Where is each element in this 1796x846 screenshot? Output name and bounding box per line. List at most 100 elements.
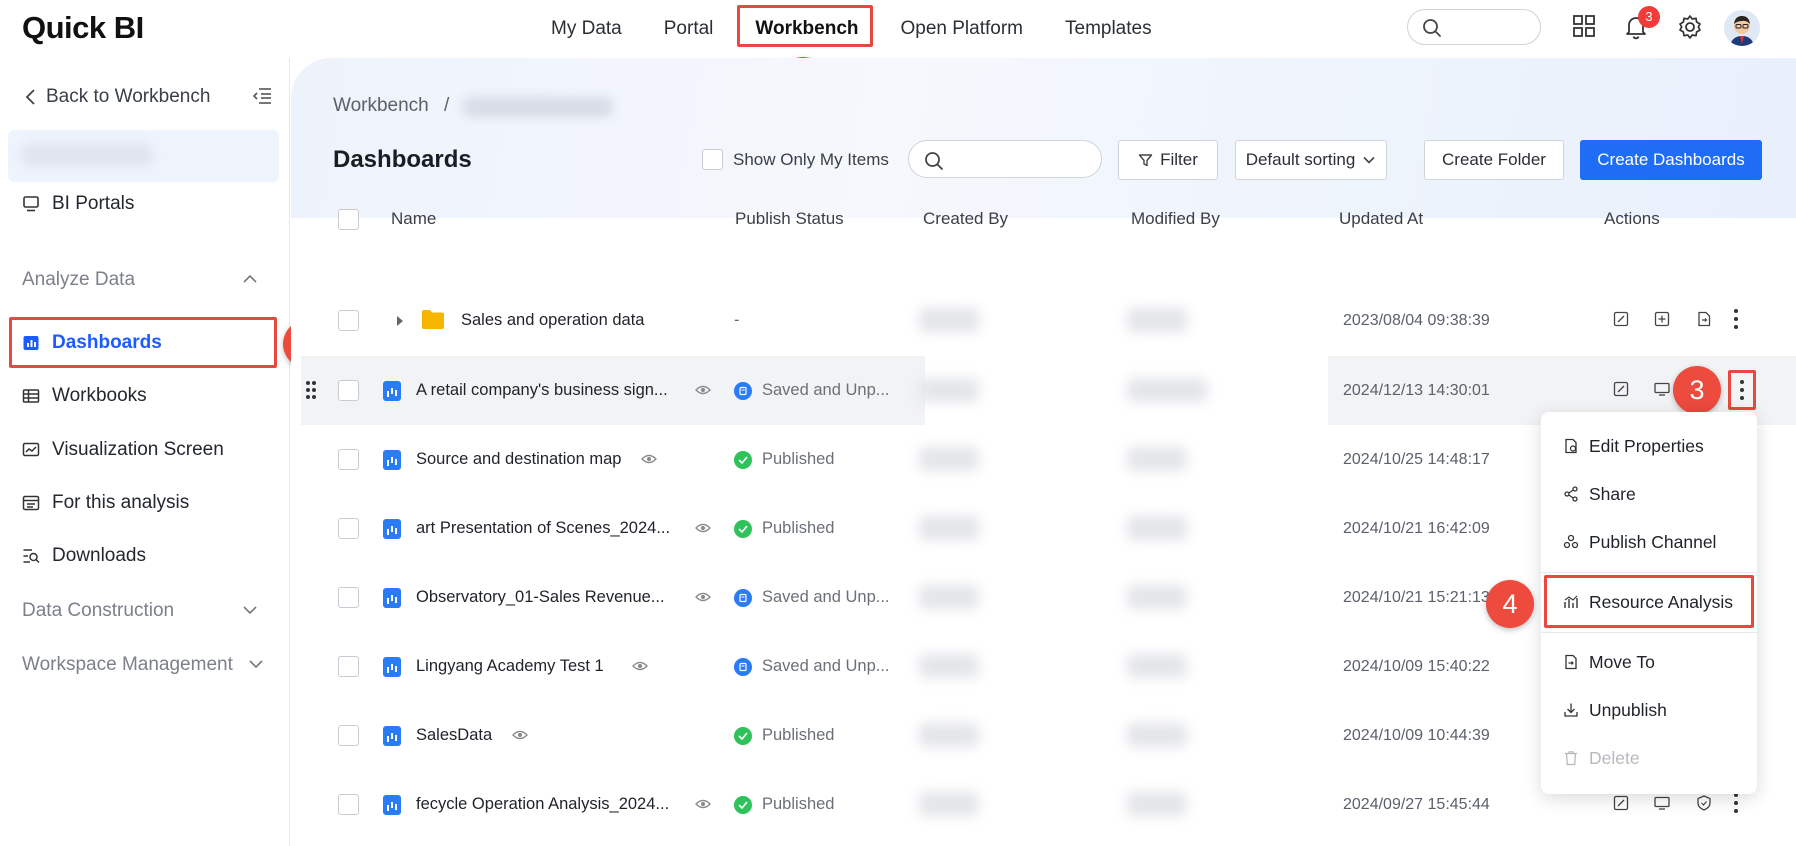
edit-icon[interactable] [1612,794,1630,812]
row-name[interactable]: fecycle Operation Analysis_2024... [416,770,669,839]
nav-my-data[interactable]: My Data [530,0,643,58]
dashboard-file-icon [383,725,401,746]
eye-icon[interactable] [632,660,648,672]
more-icon[interactable] [1733,308,1739,330]
column-header-created-by[interactable]: Created By [923,199,1008,239]
sidebar-item-visualization-screen[interactable]: Visualization Screen [22,430,224,470]
row-name[interactable]: Observatory_01-Sales Revenue... [416,563,665,632]
breadcrumb-workbench[interactable]: Workbench [333,95,429,116]
row-status: Published [762,519,835,537]
row-checkbox[interactable] [338,794,359,815]
eye-icon[interactable] [695,384,711,396]
preview-icon[interactable] [1653,380,1671,398]
drag-handle-icon[interactable] [305,380,317,400]
row-name[interactable]: Source and destination map [416,425,621,494]
folder-icon [422,310,444,329]
row-name[interactable]: SalesData [416,701,492,770]
row-checkbox[interactable] [338,587,359,608]
step-badge-3: 3 [1673,366,1721,414]
create-dashboards-button[interactable]: Create Dashboards [1580,140,1762,180]
row-status: Published [762,450,835,468]
workspace-selector[interactable] [8,130,279,182]
sidebar-item-for-this-analysis[interactable]: For this analysis [22,483,189,523]
column-header-publish-status[interactable]: Publish Status [735,199,844,239]
search-icon [925,152,943,170]
eye-icon[interactable] [695,522,711,534]
row-checkbox[interactable] [338,656,359,677]
add-in-folder-icon[interactable] [1653,310,1671,328]
nav-templates[interactable]: Templates [1044,0,1173,58]
column-header-updated-at[interactable]: Updated At [1339,199,1423,239]
menu-item-edit-properties[interactable]: Edit Properties [1563,426,1704,466]
global-search-input[interactable] [1407,9,1541,45]
caret-right-icon[interactable] [395,315,405,327]
menu-item-delete: Delete [1563,738,1640,778]
nav-open-platform[interactable]: Open Platform [880,0,1045,58]
download-list-icon [23,549,40,564]
published-check-icon [734,726,752,745]
row-checkbox[interactable] [338,449,359,470]
row-updated-at: 2024/10/21 15:21:13 [1343,588,1490,606]
only-mine-checkbox[interactable] [702,149,723,170]
sidebar-group-workspace-management[interactable]: Workspace Management [22,654,263,676]
apps-grid-icon[interactable] [1572,14,1596,38]
eye-icon[interactable] [695,798,711,810]
dashboard-file-icon [383,449,401,470]
row-checkbox[interactable] [338,725,359,746]
sort-dropdown[interactable]: Default sorting [1235,140,1387,180]
row-name[interactable]: art Presentation of Scenes_2024... [416,494,670,563]
move-icon[interactable] [1695,310,1713,328]
share-icon [1564,486,1578,502]
column-header-name[interactable]: Name [391,199,436,239]
edit-icon[interactable] [1612,310,1630,328]
select-all-checkbox[interactable] [338,209,359,230]
sidebar-group-analyze-data[interactable]: Analyze Data [22,269,258,291]
menu-item-unpublish[interactable]: Unpublish [1563,690,1667,730]
row-name[interactable]: A retail company's business sign... [416,356,668,425]
menu-item-move-to[interactable]: Move To [1563,642,1655,682]
row-checkbox[interactable] [338,380,359,401]
row-status: Saved and Unp... [762,588,890,606]
trash-icon [1565,751,1577,766]
row-updated-at: 2024/10/09 10:44:39 [1343,726,1490,744]
eye-icon[interactable] [641,453,657,465]
monitor-icon [23,196,39,212]
menu-item-publish-channel[interactable]: Publish Channel [1563,522,1716,562]
row-name[interactable]: Sales and operation data [461,286,644,355]
user-avatar[interactable] [1724,10,1760,46]
eye-icon[interactable] [512,729,528,741]
sidebar-item-bi-portals[interactable]: BI Portals [22,184,134,224]
column-header-actions: Actions [1604,209,1660,228]
dashboard-file-icon [383,656,401,677]
create-folder-button[interactable]: Create Folder [1424,140,1564,180]
edit-icon[interactable] [1612,380,1630,398]
filter-button[interactable]: Filter [1118,140,1218,180]
more-actions-button[interactable] [1728,370,1756,410]
edit-properties-icon [1565,438,1577,454]
row-name[interactable]: Lingyang Academy Test 1 [416,632,604,701]
menu-item-share[interactable]: Share [1563,474,1636,514]
shield-icon[interactable] [1695,794,1713,812]
row-status: Published [762,795,835,813]
preview-icon[interactable] [1653,794,1671,812]
row-checkbox[interactable] [338,518,359,539]
quick-bi-logo[interactable]: Quick BI [22,10,144,46]
sidebar-item-workbooks[interactable]: Workbooks [22,376,147,416]
sidebar-item-downloads[interactable]: Downloads [22,536,146,576]
eye-icon[interactable] [695,591,711,603]
sidebar-group-data-construction[interactable]: Data Construction [22,600,258,622]
move-to-icon [1565,654,1577,670]
collapse-sidebar-icon[interactable] [252,86,272,106]
back-to-workbench-link[interactable]: Back to Workbench [24,86,210,108]
nav-portal[interactable]: Portal [643,0,735,58]
saved-status-icon [734,588,752,607]
column-header-modified-by[interactable]: Modified By [1131,199,1220,239]
row-updated-at: 2024/10/25 14:48:17 [1343,450,1490,468]
more-icon[interactable] [1733,792,1739,814]
gear-icon[interactable] [1677,14,1703,40]
publish-channel-icon [1563,534,1579,549]
row-checkbox[interactable] [338,310,359,331]
table-row[interactable]: Sales and operation data - 2023/08/04 09… [301,286,1796,355]
show-only-my-items-toggle[interactable]: Show Only My Items [702,149,889,170]
dashboard-search-input[interactable] [908,140,1102,178]
